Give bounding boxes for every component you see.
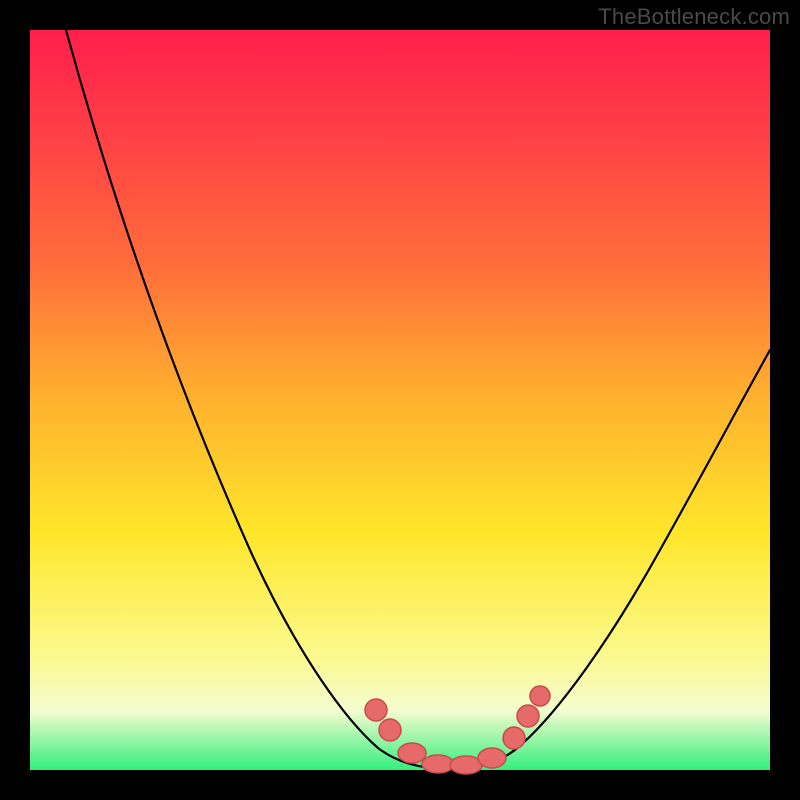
curve-svg (30, 30, 770, 770)
marker (530, 686, 550, 706)
marker (450, 756, 482, 774)
marker (503, 727, 525, 749)
marker (398, 743, 426, 763)
marker (365, 699, 387, 721)
plot-area (30, 30, 770, 770)
curve-right (450, 350, 770, 769)
watermark-text: TheBottleneck.com (598, 4, 790, 30)
marker (379, 719, 401, 741)
marker (517, 705, 539, 727)
curve-left (66, 30, 450, 769)
chart-frame: TheBottleneck.com (0, 0, 800, 800)
marker (422, 755, 454, 773)
marker (478, 748, 506, 768)
